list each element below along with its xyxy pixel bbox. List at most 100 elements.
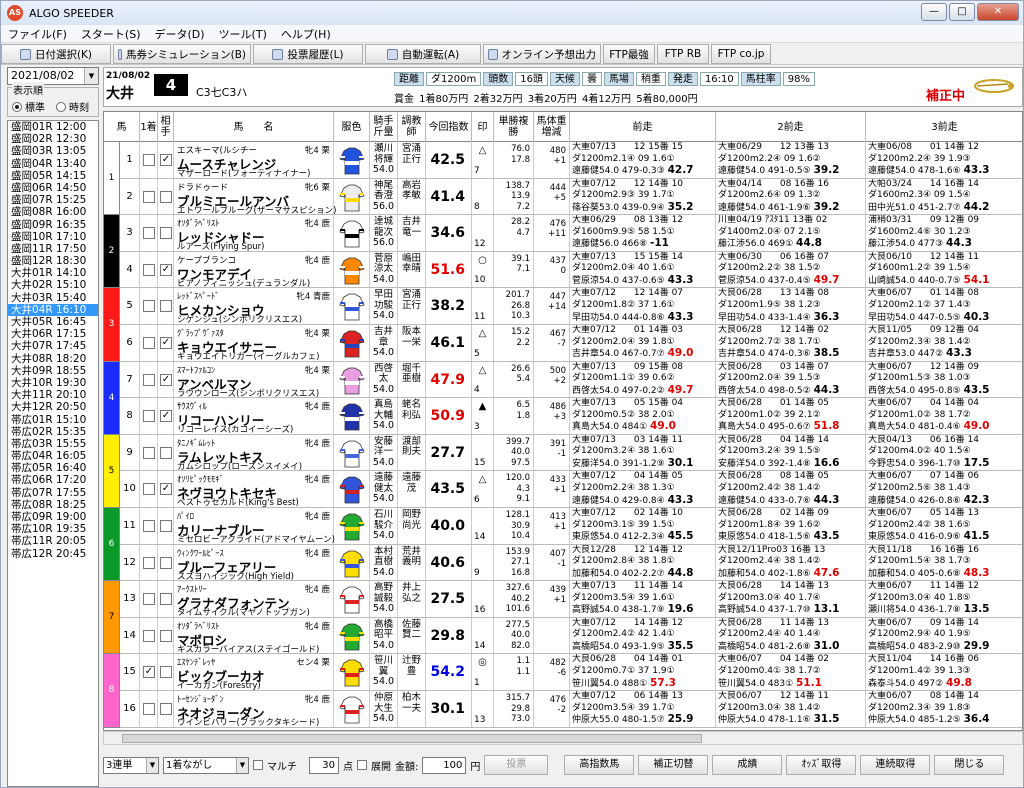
- race-list-item[interactable]: 大井04R 16:10: [8, 303, 98, 316]
- mark-cell[interactable]: 14: [472, 617, 494, 654]
- menu-item[interactable]: データ(D): [148, 25, 212, 42]
- mate-checkbox[interactable]: [160, 190, 172, 203]
- mate-checkbox[interactable]: [160, 629, 172, 642]
- past-race-cell[interactable]: 大重07/13 12 15番 15 ダ1200m2.1④ 09 1.6① 遠藤健54…: [570, 142, 716, 178]
- past-race-cell[interactable]: 大良12/28 12 14番 12 ダ1200m2.8④ 38 1.8① 加藤和54…: [570, 544, 716, 581]
- past-race-cell[interactable]: 大良06/28 14 14番 13 ダ1200m3.0④ 40 1.7④ 高野誠54…: [716, 581, 866, 617]
- race-list-item[interactable]: 大井05R 16:45: [8, 316, 98, 328]
- win-checkbox[interactable]: [143, 190, 155, 203]
- win-checkbox[interactable]: ✓: [143, 666, 155, 679]
- past-race-cell[interactable]: 大良04/13 06 16番 14 ダ1200m4.0② 40 1.5④ 今野忠54…: [866, 435, 1022, 471]
- radio-time[interactable]: 時刻: [56, 99, 89, 114]
- horizontal-scrollbar[interactable]: [103, 731, 1023, 745]
- race-list-item[interactable]: 帯広06R 17:20: [8, 474, 98, 486]
- past-race-cell[interactable]: 大良06/28 03 14番 07 ダ1200m2.0④ 39 1.5③ 西啓太54…: [716, 361, 866, 398]
- past-race-cell[interactable]: 川重04/19 ｱｽﾀ11 13番 02 ダ1400m2.0④ 07 2.1⑤ 藤江…: [716, 215, 866, 251]
- scroll-thumb[interactable]: [122, 734, 702, 743]
- toolbar-button[interactable]: 自動運転(A): [365, 44, 481, 64]
- race-list-item[interactable]: 帯広02R 15:35: [8, 426, 98, 438]
- race-list-item[interactable]: 盛岡02R 12:30: [8, 133, 98, 145]
- horse-name-cell[interactable]: ｻｳｽｳﾞｨﾙ 牝4 鹿リコーハンリー リコーレイス(カコイーシーズ): [174, 398, 334, 435]
- race-list-item[interactable]: 盛岡06R 14:50: [8, 182, 98, 194]
- mark-cell[interactable]: 15: [472, 434, 494, 471]
- win-checkbox[interactable]: [143, 410, 155, 423]
- mate-checkbox[interactable]: [160, 593, 172, 606]
- horse-row[interactable]: 2 ドラドゥード牝6 栗ブルミエールアンバエトワールブルーグ(ザーマサスピション)…: [104, 178, 1022, 216]
- race-list-item[interactable]: 盛岡10R 17:10: [8, 231, 98, 243]
- race-list-item[interactable]: 帯広03R 15:55: [8, 438, 98, 450]
- horse-row[interactable]: 4 ✓ケープブランコ牝4 鹿ワンモアデイビアノフィニッシュ(デュランダル) 菅原 涼…: [104, 251, 1022, 289]
- horse-name-cell[interactable]: ｱｰｸｽﾄﾘｰ 牝4 鹿グラナダフォンテン タイムサイクル(マヤノトップガン): [174, 581, 334, 618]
- toolbar-button[interactable]: 日付選択(K): [1, 44, 111, 64]
- chevron-down-icon[interactable]: ▼: [84, 68, 98, 84]
- past-race-cell[interactable]: 大重06/29 12 13番 13 ダ1200m2.2④ 09 1.6② 遠藤健54…: [716, 142, 866, 178]
- past-race-cell[interactable]: 大重07/12 06 14番 13 ダ1200m3.5④ 39 1.7① 仲原大55…: [570, 691, 716, 727]
- radio-standard[interactable]: 標準: [12, 99, 45, 114]
- race-list-item[interactable]: 盛岡04R 13:40: [8, 158, 98, 170]
- race-list-item[interactable]: 盛岡05R 14:15: [8, 170, 98, 182]
- multi-checkbox[interactable]: [253, 760, 263, 770]
- race-list-item[interactable]: 帯広09R 19:00: [8, 511, 98, 523]
- race-list-item[interactable]: 盛岡01R 12:00: [8, 121, 98, 133]
- horse-row[interactable]: 13 ｱｰｸｽﾄﾘｰ牝4 鹿グラナダフォンテンタイムサイクル(マヤノトップガン) 高…: [104, 581, 1022, 618]
- mark-cell[interactable]: △ 6: [472, 471, 494, 507]
- race-list-item[interactable]: 盛岡08R 16:00: [8, 206, 98, 218]
- mate-checkbox[interactable]: ✓: [160, 337, 172, 349]
- win-checkbox[interactable]: [143, 629, 155, 642]
- past-race-cell[interactable]: 大良06/28 02 14番 09 ダ1200m1.8④ 39 1.6② 東原悠54…: [716, 508, 866, 544]
- race-list-item[interactable]: 帯広12R 20:45: [8, 548, 98, 560]
- past-race-cell[interactable]: 大重04/14 08 16番 16 ダ1200m2.6④ 09 1.3② 遠藤健54…: [716, 178, 866, 215]
- past-race-cell[interactable]: 大良06/10 12 14番 11 ダ1600m1.2② 39 1.5④ 山崎誠54…: [866, 252, 1022, 288]
- race-list-item[interactable]: 大井10R 19:30: [8, 377, 98, 389]
- past-race-cell[interactable]: 大重07/12 04 14番 05 ダ1200m2.2④ 38 1.3① 遠藤健54…: [570, 471, 716, 507]
- bottom-action-button[interactable]: 補正切替: [638, 755, 709, 775]
- past-race-cell[interactable]: 大重07/13 15 15番 14 ダ1200m2.0④ 40 1.6① 菅原涼54…: [570, 251, 716, 288]
- chevron-down-icon[interactable]: ▼: [236, 757, 248, 773]
- race-list-item[interactable]: 大井02R 15:10: [8, 279, 98, 291]
- race-list-item[interactable]: 大井01R 14:10: [8, 267, 98, 279]
- past-race-cell[interactable]: 大重06/07 09 14番 14 ダ1200m2.9④ 40 1.9⑤ 高橋昭54…: [866, 618, 1022, 654]
- bottom-action-button[interactable]: 成績: [712, 755, 783, 775]
- past-race-cell[interactable]: 大良06/28 13 14番 08 ダ1200m1.9⑤ 38 1.2③ 早田功54…: [716, 288, 866, 324]
- horse-row[interactable]: 8 ✓ｻｳｽｳﾞｨﾙ牝4 鹿リコーハンリーリコーレイス(カコイーシーズ) 真島 大輔…: [104, 398, 1022, 435]
- menu-item[interactable]: スタート(S): [74, 25, 148, 42]
- horse-name-cell[interactable]: エスキーマ(ルシチー 牝4 栗ムースチャレンジ マザーロード(フォーティナイナー): [174, 142, 334, 179]
- past-race-cell[interactable]: 大重06/08 01 14番 12 ダ1200m2.2④ 39 1.9③ 遠藤健54…: [866, 142, 1022, 178]
- expand-checkbox[interactable]: [357, 760, 367, 770]
- bottom-action-button[interactable]: ｵｯｽﾞ取得: [786, 755, 857, 775]
- past-race-cell[interactable]: 大重07/13 11 14番 14 ダ1200m3.5④ 39 1.6① 高野誠54…: [570, 581, 716, 617]
- past-race-cell[interactable]: 大良06/28 08 14番 05 ダ1200m2.4② 38 1.4② 遠藤健54…: [716, 471, 866, 507]
- race-list-item[interactable]: 大井06R 17:15: [8, 328, 98, 340]
- race-list-item[interactable]: 大井11R 20:10: [8, 389, 98, 401]
- past-race-cell[interactable]: 大良06/28 01 14番 05 ダ1200m1.0② 39 2.1② 真島大54…: [716, 398, 866, 434]
- past-race-cell[interactable]: 大良11/05 09 12番 04 ダ1200m2.3④ 38 1.4② 吉井章53…: [866, 325, 1022, 361]
- past-race-cell[interactable]: 大重07/12 12 14番 10 ダ1200m2.9③ 39 1.7① 篠谷葵53…: [570, 178, 716, 215]
- past-race-cell[interactable]: 大良11/04 14 16番 06 ダ1200m1.4② 39 1.3③ 森泰斗54…: [866, 654, 1022, 690]
- horse-name-cell[interactable]: ﾀﾆﾉｷﾞﾑﾚｯﾄ 牝4 鹿ラムレットキス ガムシロップ(ローズンスイメイ): [174, 434, 334, 472]
- horse-row[interactable]: 12 ｳｨﾝｸﾜｰﾙﾋﾟｰｽ牝4 鹿ブルーフェアリースズヨハイジック(High Y…: [104, 544, 1022, 582]
- win-checkbox[interactable]: [143, 300, 155, 313]
- past-race-cell[interactable]: 大良06/28 11 14番 13 ダ1200m2.4④ 40 1.4④ 高橋昭54…: [716, 617, 866, 654]
- points-field[interactable]: 30: [309, 756, 339, 774]
- mark-cell[interactable]: △ 4: [472, 361, 494, 398]
- chevron-down-icon[interactable]: ▼: [146, 757, 158, 773]
- race-list-item[interactable]: 盛岡03R 13:05: [8, 145, 98, 157]
- mark-cell[interactable]: 14: [472, 508, 494, 544]
- horse-row[interactable]: 5 ﾚｯﾄﾞｽﾍﾟｰﾄﾞ牝4 青鹿ヒメカンショウシゲンジュ(シンボリクリスエス) 早…: [104, 288, 1022, 325]
- race-list-item[interactable]: 帯広11R 20:05: [8, 535, 98, 547]
- win-checkbox[interactable]: [143, 520, 155, 532]
- mark-cell[interactable]: ○ 10: [472, 251, 494, 288]
- horse-row[interactable]: 14 ｵｿﾀﾞﾗﾍﾞﾘｽﾄ牝4 鹿マボロシキスカラーバイアス(ステイゴールド) 高橋…: [104, 617, 1022, 655]
- menu-item[interactable]: ファイル(F): [1, 25, 74, 42]
- past-race-cell[interactable]: 大良06/28 12 14番 02 ダ1200m2.7② 38 1.7① 吉井章54…: [716, 325, 866, 361]
- mark-cell[interactable]: △ 5: [472, 325, 494, 361]
- past-race-cell[interactable]: 大重06/07 04 14番 04 ダ1200m1.0② 38 1.7② 真島大54…: [866, 398, 1022, 434]
- bottom-action-button[interactable]: 連続取得: [860, 755, 931, 775]
- bet-type-select[interactable]: 3連単 ▼: [103, 756, 159, 774]
- past-race-cell[interactable]: 大重06/29 08 13番 12 ダ1600m9.9⑤ 58 1.5① 遠藤健56…: [570, 215, 716, 251]
- horse-row[interactable]: 11 ﾊﾟｲﾛ牝4 鹿カリーナブルーミセロビーアクライド(アドマイヤムーン) 石川 …: [104, 508, 1022, 545]
- mark-cell[interactable]: ◎ 1: [472, 654, 494, 690]
- past-race-cell[interactable]: 大重06/07 04 14番 02 ダ1200m0.4① 38 1.7② 笹川翼54…: [716, 654, 866, 690]
- past-race-cell[interactable]: 大重07/12 01 14番 03 ダ1200m2.0④ 39 1.8① 吉井章54…: [570, 325, 716, 361]
- menu-item[interactable]: ヘルプ(H): [274, 25, 338, 42]
